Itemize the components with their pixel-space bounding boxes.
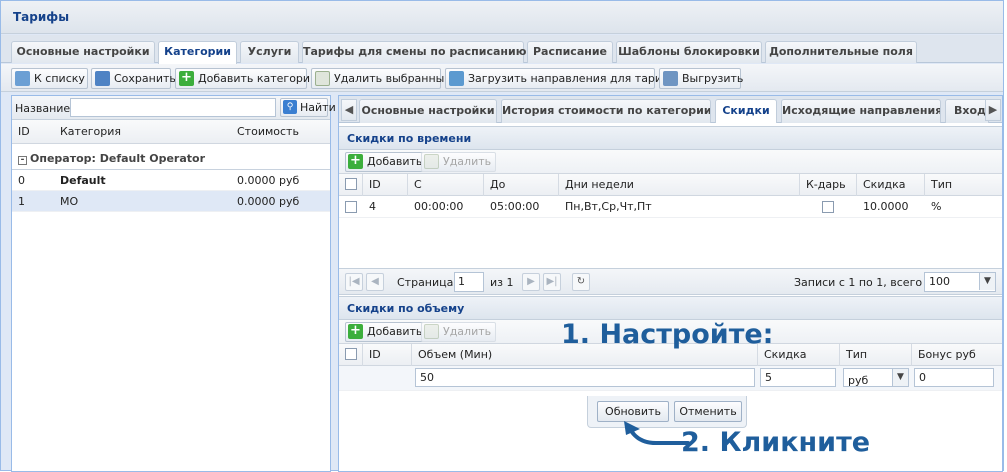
- tab-additional-fields[interactable]: Дополнительные поля: [765, 41, 917, 63]
- select-all-checkbox[interactable]: [345, 178, 357, 190]
- row-editor: 50 5 руб ▼ 0: [339, 366, 1002, 391]
- recycle-icon: [315, 71, 330, 86]
- categories-panel: Название: ⚲ Найти ID Категория Стоимость…: [11, 95, 336, 472]
- export-icon: [663, 71, 678, 86]
- tab-block-templates[interactable]: Шаблоны блокировки: [616, 41, 762, 63]
- discount-input[interactable]: 5: [760, 368, 836, 387]
- tab-services[interactable]: Услуги: [240, 41, 299, 63]
- add-time-discount-button[interactable]: + Добавить: [345, 152, 428, 172]
- first-page-icon[interactable]: |◀: [345, 273, 363, 291]
- refresh-icon[interactable]: ↻: [572, 273, 590, 291]
- save-button[interactable]: Сохранить: [91, 68, 176, 89]
- volume-discounts-title: Скидки по объему: [339, 296, 1002, 320]
- calendar-checkbox[interactable]: [822, 201, 834, 213]
- prev-page-icon[interactable]: ◀: [366, 273, 384, 291]
- save-icon: [95, 71, 110, 86]
- plus-icon: +: [348, 154, 363, 169]
- volume-input[interactable]: 50: [415, 368, 755, 387]
- delete-time-discount-button[interactable]: Удалить: [421, 152, 497, 172]
- tab-outgoing-directions[interactable]: Исходящие направления: [781, 99, 941, 123]
- col-cost[interactable]: Стоимость: [237, 120, 299, 144]
- col-discount[interactable]: Скидка: [863, 174, 905, 196]
- plus-icon: +: [179, 71, 194, 86]
- categories-grid-header: ID Категория Стоимость: [12, 120, 330, 144]
- col-from[interactable]: С: [414, 174, 422, 196]
- plus-icon: +: [348, 324, 363, 339]
- last-page-icon[interactable]: ▶|: [543, 273, 561, 291]
- details-tabbar: ◀ Основные настройки История стоимости п…: [339, 96, 1002, 123]
- time-discounts-header: ID С До Дни недели К-дарь Скидка Тип: [339, 174, 1002, 196]
- records-info: Записи с 1 по 1, всего 1: [794, 276, 933, 289]
- export-button[interactable]: Выгрузить: [659, 68, 743, 89]
- list-icon: [15, 71, 30, 86]
- add-category-button[interactable]: + Добавить категорию: [175, 68, 319, 89]
- time-discounts-toolbar: + Добавить Удалить: [339, 150, 1002, 174]
- group-label: Оператор: Default Operator: [30, 152, 206, 165]
- search-input[interactable]: [70, 98, 276, 117]
- annotation-arrow: [624, 421, 690, 445]
- to-list-button[interactable]: К списку: [11, 68, 88, 89]
- tab-detail-basic[interactable]: Основные настройки: [359, 99, 497, 123]
- window-title: Тарифы: [1, 1, 1003, 34]
- tab-scroll-right-icon[interactable]: ▶: [985, 99, 1001, 121]
- col-bonus[interactable]: Бонус руб: [918, 344, 976, 366]
- col-to[interactable]: До: [490, 174, 505, 196]
- chevron-down-icon: ▼: [979, 273, 995, 290]
- operator-group-row[interactable]: - Оператор: Default Operator: [12, 144, 330, 170]
- tariffs-window: Тарифы Основные настройки Категории Услу…: [0, 0, 1004, 472]
- pagination-bar: |◀ ◀ Страница 1 из 1 ▶ ▶| ↻ Записи с 1 п…: [339, 268, 1002, 295]
- tab-incoming[interactable]: Вход: [945, 99, 989, 123]
- tab-schedule-tariffs[interactable]: Тарифы для смены по расписанию: [302, 41, 526, 63]
- tab-scroll-left-icon[interactable]: ◀: [341, 99, 357, 121]
- table-row[interactable]: 1 МО 0.0000 руб: [12, 191, 330, 212]
- time-discounts-title: Скидки по времени: [339, 126, 1002, 150]
- collapse-icon[interactable]: -: [18, 156, 27, 165]
- select-all-checkbox[interactable]: [345, 348, 357, 360]
- recycle-icon: [424, 324, 439, 339]
- tab-cost-history[interactable]: История стоимости по категории: [501, 99, 711, 123]
- col-id[interactable]: ID: [18, 120, 30, 144]
- chevron-down-icon: ▼: [892, 369, 908, 386]
- search-icon: ⚲: [283, 100, 297, 114]
- row-checkbox[interactable]: [345, 201, 357, 213]
- recycle-icon: [424, 154, 439, 169]
- page-size-select[interactable]: 100 ▼: [924, 272, 996, 292]
- load-directions-button[interactable]: Загрузить направления для тарифа: [445, 68, 678, 89]
- col-calendar[interactable]: К-дарь: [806, 174, 846, 196]
- table-row[interactable]: 0 Default 0.0000 руб: [12, 170, 330, 191]
- add-volume-discount-button[interactable]: + Добавить: [345, 322, 428, 342]
- top-tabbar: Основные настройки Категории Услуги Тари…: [1, 35, 1003, 64]
- main-toolbar: К списку Сохранить + Добавить категорию …: [1, 64, 1003, 92]
- tab-basic-settings[interactable]: Основные настройки: [11, 41, 155, 63]
- col-id[interactable]: ID: [369, 174, 381, 196]
- category-details-panel: ◀ Основные настройки История стоимости п…: [338, 95, 1003, 472]
- tab-discounts[interactable]: Скидки: [715, 99, 777, 123]
- delete-selected-button[interactable]: Удалить выбранные: [311, 68, 451, 89]
- col-category[interactable]: Категория: [60, 120, 121, 144]
- tab-schedule[interactable]: Расписание: [527, 41, 613, 63]
- tab-categories[interactable]: Категории: [158, 41, 237, 64]
- col-volume[interactable]: Объем (Мин): [418, 344, 492, 366]
- search-bar: Название: ⚲ Найти: [12, 96, 336, 120]
- upload-icon: [449, 71, 464, 86]
- table-row[interactable]: 4 00:00:00 05:00:00 Пн,Вт,Ср,Чт,Пт 10.00…: [339, 196, 1002, 218]
- step1-annotation: 1. Настройте:: [561, 319, 774, 350]
- col-type[interactable]: Тип: [931, 174, 952, 196]
- col-type[interactable]: Тип: [846, 344, 867, 366]
- type-select[interactable]: руб ▼: [843, 368, 909, 387]
- col-id[interactable]: ID: [369, 344, 381, 366]
- next-page-icon[interactable]: ▶: [522, 273, 540, 291]
- page-number-input[interactable]: 1: [454, 272, 484, 292]
- search-label: Название:: [15, 102, 74, 115]
- bonus-input[interactable]: 0: [914, 368, 994, 387]
- col-weekdays[interactable]: Дни недели: [565, 174, 634, 196]
- find-button[interactable]: ⚲ Найти: [280, 98, 336, 117]
- step2-annotation: 2. Кликните: [681, 427, 871, 458]
- delete-volume-discount-button[interactable]: Удалить: [421, 322, 497, 342]
